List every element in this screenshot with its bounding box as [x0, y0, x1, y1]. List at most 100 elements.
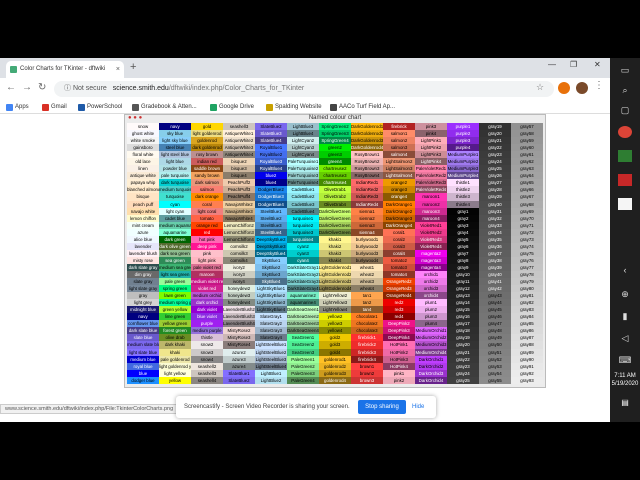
- reload-button[interactable]: ↻: [38, 82, 46, 93]
- profile-avatar[interactable]: [576, 82, 588, 94]
- bookmark-gmail[interactable]: Gmail: [42, 101, 67, 113]
- chrome-icon[interactable]: [618, 126, 632, 138]
- color-swatch: gray14: [447, 299, 479, 307]
- volume-icon[interactable]: ◁: [618, 332, 632, 344]
- color-swatch: dark orange: [191, 193, 223, 201]
- color-swatch: pink2: [383, 376, 415, 384]
- color-swatch: honeydew3: [223, 292, 255, 300]
- forward-button[interactable]: →: [22, 82, 32, 93]
- color-swatch: SlateBlue1: [223, 369, 255, 377]
- tab-strip: Color Charts for TKinter - dftwiki × + —…: [0, 58, 610, 78]
- status-bar-url: www.science.smith.edu/dftwiki/index.php/…: [0, 404, 179, 414]
- bookmark-star-icon[interactable]: ☆: [536, 82, 544, 93]
- color-swatch: gray48: [479, 327, 511, 335]
- color-swatch: LightSkyBlue1: [255, 285, 287, 293]
- color-swatch: gray88: [511, 341, 543, 349]
- color-swatch: khaki3: [319, 249, 351, 257]
- bookmark-gradebook[interactable]: Gradebook & Atten...: [132, 101, 197, 113]
- color-swatch: plum1: [415, 299, 447, 307]
- color-swatch: bisque3: [223, 165, 255, 173]
- color-swatch: LightSteelBlue1: [255, 341, 287, 349]
- store-icon[interactable]: [618, 150, 632, 162]
- color-swatch: gray20: [447, 341, 479, 349]
- color-swatch: chocolate2: [351, 320, 383, 328]
- color-swatch: gray45: [479, 306, 511, 314]
- keyboard-icon[interactable]: ⌨: [618, 354, 632, 366]
- color-swatch: green2: [319, 144, 351, 152]
- task-view-icon[interactable]: ▢: [618, 104, 632, 116]
- tab-close-icon[interactable]: ×: [116, 61, 120, 78]
- color-swatch: sienna1: [351, 207, 383, 215]
- close-window-button[interactable]: ✕: [594, 60, 601, 69]
- color-swatch: DarkOrange4: [383, 221, 415, 229]
- color-swatch: brown1: [351, 362, 383, 370]
- color-swatch: light goldenrod: [191, 130, 223, 138]
- color-swatch: AntiqueWhite1: [223, 130, 255, 138]
- bookmark-aaco-turf[interactable]: AACo Turf Field Ap...: [330, 101, 395, 113]
- window-icon[interactable]: ▭: [618, 64, 632, 76]
- mail-icon[interactable]: [618, 174, 632, 186]
- new-tab-button[interactable]: +: [130, 61, 136, 73]
- color-swatch: gray53: [479, 362, 511, 370]
- color-swatch: purple3: [447, 137, 479, 145]
- gradebook-icon: [132, 104, 139, 111]
- color-swatch: gray89: [511, 348, 543, 356]
- color-swatch: dark salmon: [191, 179, 223, 187]
- network-icon[interactable]: ⊕: [618, 288, 632, 300]
- notification-icon[interactable]: ▤: [619, 398, 631, 410]
- color-swatch: gray2: [447, 214, 479, 222]
- color-swatch: gray5: [447, 235, 479, 243]
- color-swatch: seashell4: [191, 376, 223, 384]
- stop-sharing-button[interactable]: Stop sharing: [358, 400, 406, 414]
- bookmark-spalding[interactable]: Spalding Website: [266, 101, 322, 113]
- color-swatch: plum3: [415, 313, 447, 321]
- docs-icon[interactable]: [618, 198, 632, 210]
- color-swatch: PaleTurquoise2: [287, 165, 319, 173]
- color-swatch: gold4: [319, 348, 351, 356]
- colour-chart-image[interactable]: ● ● ● Named colour chart snow navy gold sea…: [124, 114, 546, 388]
- color-swatch: SlateGray4: [255, 334, 287, 342]
- color-swatch: LightCyan3: [287, 144, 319, 152]
- bookmark-powerschool[interactable]: PowerSchool: [78, 101, 122, 113]
- color-swatch: gray21: [447, 348, 479, 356]
- color-swatch: MediumOrchid3: [415, 341, 447, 349]
- color-swatch: LightSalmon4: [383, 172, 415, 180]
- color-swatch: dark khaki: [159, 341, 191, 349]
- search-icon[interactable]: ⌕: [618, 84, 632, 96]
- taskbar-clock[interactable]: 7:11 AM 5/19/2020: [610, 372, 640, 388]
- color-swatch: thistle2: [447, 186, 479, 194]
- bookmark-label: PowerSchool: [87, 104, 123, 110]
- battery-icon[interactable]: ▮: [618, 310, 632, 322]
- hide-link[interactable]: Hide: [412, 396, 424, 418]
- bookmark-google-drive[interactable]: Google Drive: [210, 101, 254, 113]
- tab-color-charts[interactable]: Color Charts for TKinter - dftwiki ×: [6, 61, 124, 78]
- address-bar[interactable]: ⓘ Not secure science.smith.edu/dftwiki/in…: [54, 81, 554, 97]
- color-swatch: PeachPuff2: [223, 179, 255, 187]
- color-swatch: medium blue: [127, 355, 159, 363]
- color-swatch: DeepSkyBlue3: [255, 242, 287, 250]
- back-button[interactable]: ←: [6, 82, 16, 93]
- bookmark-label: Gmail: [51, 104, 67, 110]
- color-swatch: LavenderBlush4: [223, 320, 255, 328]
- minimize-button[interactable]: —: [548, 60, 556, 69]
- color-swatch: cornsilk4: [223, 256, 255, 264]
- color-swatch: gray74: [511, 242, 543, 250]
- color-swatch: PaleVioletRed2: [415, 172, 447, 180]
- screen: Color Charts for TKinter - dftwiki × + —…: [0, 58, 640, 422]
- color-swatch: CadetBlue1: [287, 186, 319, 194]
- color-swatch: tomato4: [383, 270, 415, 279]
- bookmark-label: Apps: [15, 104, 29, 110]
- color-swatch: OrangeRed2: [383, 278, 415, 286]
- color-swatch: IndianRed3: [351, 193, 383, 201]
- restore-button[interactable]: ❐: [570, 60, 577, 69]
- color-swatch: LightBlue2: [255, 376, 287, 384]
- extension-icon[interactable]: [558, 82, 570, 94]
- aaco-icon: [330, 104, 337, 111]
- menu-icon[interactable]: ⋮: [594, 80, 604, 91]
- color-swatch: rosy brown: [191, 151, 223, 159]
- color-swatch: LightBlue4: [287, 130, 319, 138]
- security-indicator[interactable]: ⓘ Not secure: [64, 85, 107, 92]
- bookmark-apps[interactable]: Apps: [6, 101, 29, 113]
- color-swatch: thistle3: [447, 193, 479, 201]
- chevron-icon[interactable]: ‹: [618, 264, 632, 276]
